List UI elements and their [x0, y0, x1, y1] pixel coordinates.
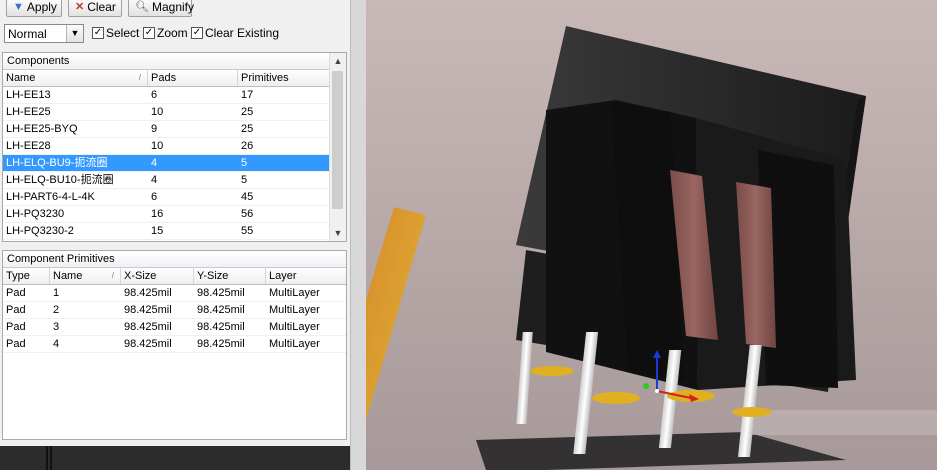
- primitives-title: Component Primitives: [3, 251, 346, 268]
- col-pads-header[interactable]: Pads: [148, 70, 238, 86]
- scroll-thumb[interactable]: [332, 71, 343, 209]
- funnel-icon: ▼: [13, 0, 24, 13]
- select-label: Select: [106, 26, 140, 40]
- primitives-header: Type Name / X-Size Y-Size Layer: [3, 268, 346, 285]
- panel-splitter[interactable]: [350, 0, 366, 470]
- table-row[interactable]: LH-ELQ-BU10-扼流圈 4 5: [3, 172, 330, 189]
- clear-existing-label: Clear Existing: [205, 26, 280, 40]
- components-list: LH-EE13 6 17 LH-EE25 10 25 LH-EE25-BYQ 9 25 LH…: [3, 87, 330, 240]
- table-row[interactable]: Pad 4 98.425mil 98.425mil MultiLayer: [3, 336, 346, 353]
- zoom-checkbox[interactable]: ✓ Zoom: [143, 26, 188, 40]
- 3d-viewport[interactable]: [366, 0, 937, 470]
- check-icon: ✓: [143, 27, 155, 39]
- components-header: Name / Pads Primitives: [3, 70, 330, 87]
- table-row-selected[interactable]: LH-ELQ-BU9-扼流圈 4 5: [3, 155, 330, 172]
- chevron-down-icon[interactable]: ▼: [66, 25, 83, 42]
- y-axis: [643, 383, 649, 389]
- col-type-header[interactable]: Type: [3, 268, 50, 284]
- table-row[interactable]: LH-EE25 10 25: [3, 104, 330, 121]
- magnify-label: Magnify: [151, 0, 194, 14]
- zoom-label: Zoom: [157, 26, 188, 40]
- select-checkbox[interactable]: ✓ Select: [92, 26, 139, 40]
- table-row[interactable]: LH-PART6-4-L-4K 6 45: [3, 189, 330, 206]
- col-ysize-header[interactable]: Y-Size: [194, 268, 266, 284]
- magnifier-icon: 🔍︎: [135, 0, 149, 13]
- apply-button[interactable]: ▼ Apply: [6, 0, 62, 17]
- mode-select[interactable]: Normal ▼: [4, 24, 84, 43]
- component-primitives-panel: Component Primitives Type Name / X-Size …: [2, 250, 347, 440]
- table-row[interactable]: LH-EE25-BYQ 9 25: [3, 121, 330, 138]
- chevron-down-icon[interactable]: ▼: [330, 225, 346, 241]
- clear-button[interactable]: ✕ Clear: [68, 0, 122, 17]
- pcb-library-panel: ▼ Apply ✕ Clear 🔍︎ Magnify Normal ▼ ✓ Se…: [0, 0, 350, 470]
- 3d-model-view: [366, 0, 937, 470]
- magnify-button[interactable]: 🔍︎ Magnify: [128, 0, 194, 17]
- check-icon: ✓: [191, 27, 203, 39]
- col-name-header[interactable]: Name /: [50, 268, 121, 284]
- preview-strip: [0, 446, 350, 470]
- apply-label: Apply: [26, 0, 57, 14]
- primitives-list: Pad 1 98.425mil 98.425mil MultiLayer Pad 2 98.…: [3, 285, 346, 353]
- components-title: Components: [3, 53, 330, 70]
- table-row[interactable]: LH-EE13 6 17: [3, 87, 330, 104]
- sort-icon: /: [111, 271, 114, 280]
- clear-existing-checkbox[interactable]: ✓ Clear Existing: [191, 26, 279, 40]
- table-row[interactable]: Pad 3 98.425mil 98.425mil MultiLayer: [3, 319, 346, 336]
- table-row[interactable]: LH-EE28 10 26: [3, 138, 330, 155]
- col-layer-header[interactable]: Layer: [266, 268, 346, 284]
- col-primitives-header[interactable]: Primitives: [238, 70, 331, 86]
- col-name-header[interactable]: Name /: [3, 70, 148, 86]
- table-row[interactable]: LH-PQ3230 16 56: [3, 206, 330, 223]
- sort-icon: /: [138, 73, 141, 82]
- table-row[interactable]: Pad 2 98.425mil 98.425mil MultiLayer: [3, 302, 346, 319]
- chevron-up-icon[interactable]: ▲: [330, 53, 346, 69]
- clear-label: Clear: [87, 0, 116, 14]
- components-scrollbar[interactable]: ▲ ▼: [329, 53, 346, 241]
- mode-value: Normal: [8, 27, 47, 41]
- check-icon: ✓: [92, 27, 104, 39]
- table-row[interactable]: LH-PQ3230-2 15 55: [3, 223, 330, 240]
- clear-icon: ✕: [75, 0, 85, 13]
- col-xsize-header[interactable]: X-Size: [121, 268, 194, 284]
- table-row[interactable]: Pad 1 98.425mil 98.425mil MultiLayer: [3, 285, 346, 302]
- components-panel: Components Name / Pads Primitives LH-EE1…: [2, 52, 347, 242]
